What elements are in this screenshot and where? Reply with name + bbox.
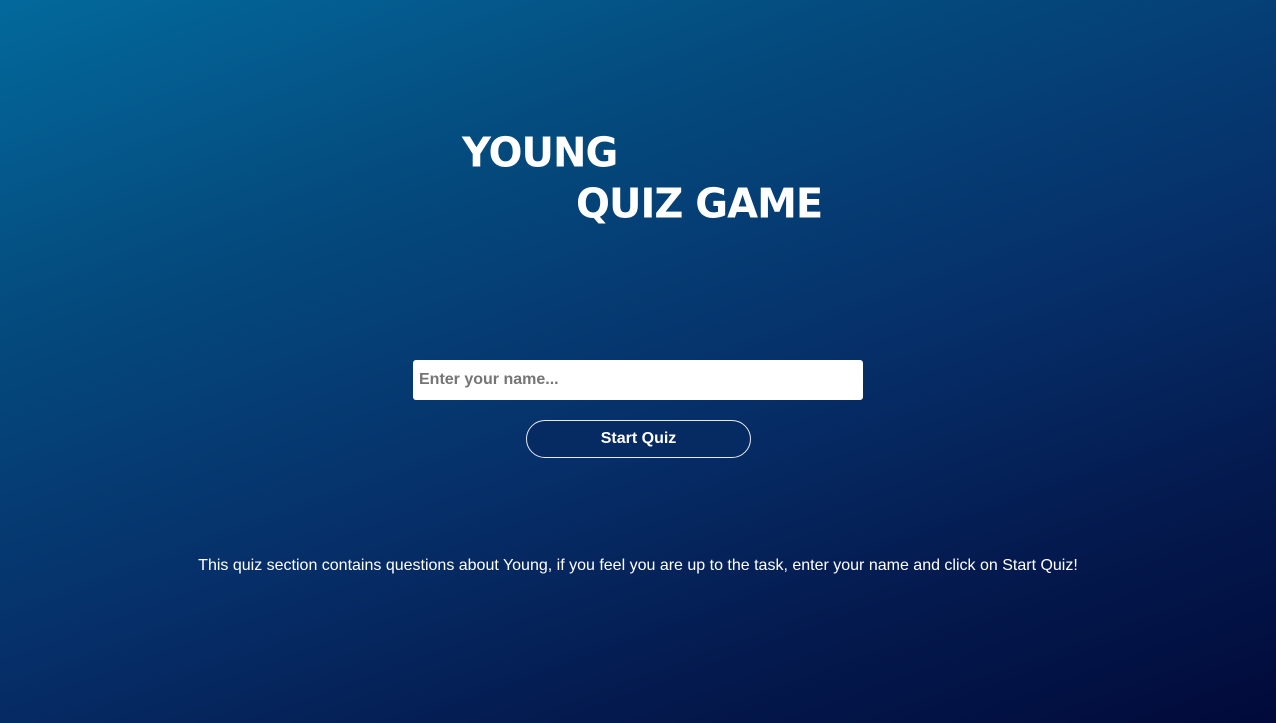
logo-line-young: YOUNG xyxy=(462,129,618,177)
logo-line-quiz-game: QUIZ GAME xyxy=(576,180,823,228)
start-quiz-button[interactable]: Start Quiz xyxy=(526,420,751,458)
game-logo: YOUNG QUIZ GAME xyxy=(462,128,823,228)
quiz-description: This quiz section contains questions abo… xyxy=(198,557,1078,574)
name-input[interactable] xyxy=(413,360,863,400)
